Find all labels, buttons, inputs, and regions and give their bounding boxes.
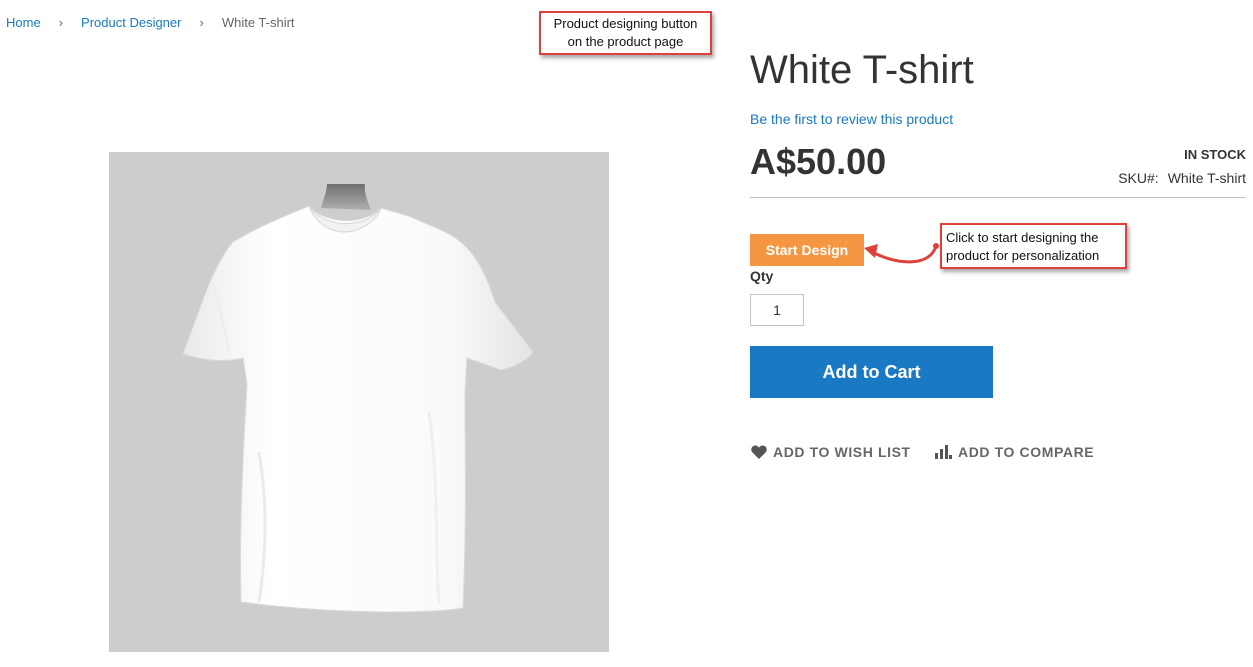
review-link[interactable]: Be the first to review this product	[750, 111, 953, 127]
annotation-arrow-icon	[864, 243, 939, 264]
annotation-callout-top: Product designing button on the product …	[539, 11, 712, 55]
breadcrumb-home-link[interactable]: Home	[6, 15, 41, 30]
tshirt-image	[182, 184, 534, 613]
chevron-right-icon: ›	[199, 15, 204, 30]
breadcrumb-product-designer-link[interactable]: Product Designer	[81, 15, 181, 30]
add-to-cart-button[interactable]: Add to Cart	[750, 346, 993, 398]
compare-label: ADD TO COMPARE	[958, 444, 1095, 460]
product-price: A$50.00	[750, 141, 887, 182]
annotation-text-line: Click to start designing the	[946, 230, 1099, 245]
qty-label: Qty	[750, 268, 774, 284]
product-image[interactable]	[109, 152, 609, 652]
start-design-button[interactable]: Start Design	[750, 234, 864, 266]
annotation-callout-right: Click to start designing the product for…	[940, 223, 1127, 269]
annotation-text-line: on the product page	[567, 34, 684, 49]
breadcrumb: Home › Product Designer › White T-shirt	[6, 15, 295, 30]
breadcrumb-current: White T-shirt	[221, 15, 295, 30]
heart-icon	[751, 445, 767, 459]
qty-input[interactable]	[750, 294, 804, 326]
page-title: White T-shirt	[750, 48, 974, 92]
add-to-wishlist-link[interactable]: ADD TO WISH LIST	[751, 444, 911, 460]
bar-chart-icon	[935, 445, 952, 459]
wishlist-label: ADD TO WISH LIST	[773, 444, 911, 460]
chevron-right-icon: ›	[58, 15, 64, 30]
product-sku: SKU#: White T-shirt	[1118, 170, 1246, 186]
stock-status: IN STOCK	[1184, 147, 1246, 162]
sku-value: White T-shirt	[1167, 170, 1246, 186]
annotation-text-line: product for personalization	[946, 248, 1100, 263]
divider	[750, 197, 1246, 198]
add-to-compare-link[interactable]: ADD TO COMPARE	[935, 444, 1094, 460]
sku-label: SKU#:	[1118, 170, 1159, 186]
annotation-text-line: Product designing button	[553, 16, 698, 31]
